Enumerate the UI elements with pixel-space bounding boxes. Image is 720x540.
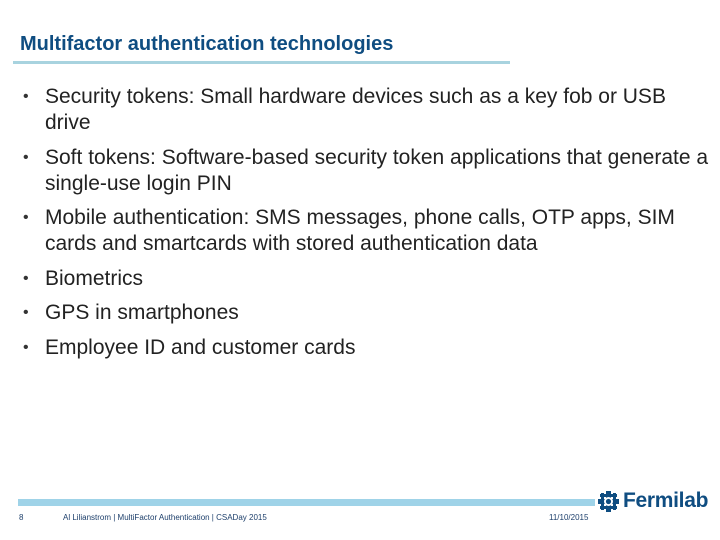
footer-text: Al Lilianstrom | MultiFactor Authenticat…	[63, 513, 267, 522]
bullet-text: GPS in smartphones	[45, 301, 239, 324]
footer-divider	[18, 499, 595, 506]
bullet-icon: •	[23, 269, 29, 287]
bullet-text: Mobile authentication: SMS messages, pho…	[45, 206, 675, 255]
bullet-icon: •	[23, 148, 29, 166]
bullet-item: • Soft tokens: Software-based security t…	[20, 145, 710, 197]
bullet-icon: •	[23, 209, 29, 226]
fermilab-logo: Fermilab	[598, 489, 708, 513]
page-number: 8	[19, 513, 24, 522]
bullet-icon: •	[23, 304, 29, 321]
logo-text: Fermilab	[623, 489, 709, 512]
bullet-item: • Biometrics	[20, 266, 710, 292]
fermilab-logo-icon	[598, 490, 619, 512]
bullet-text: Employee ID and customer cards	[45, 335, 356, 359]
bullet-text: Security tokens: Small hardware devices …	[45, 85, 666, 134]
bullet-text: Biometrics	[45, 266, 144, 290]
bullet-item: • Mobile authentication: SMS messages, p…	[20, 205, 710, 257]
bullet-icon: •	[23, 88, 29, 105]
bullet-text: Soft tokens: Software-based security tok…	[45, 145, 709, 195]
bullet-item: • Security tokens: Small hardware device…	[20, 84, 710, 136]
title-divider	[13, 61, 510, 64]
bullet-list: • Security tokens: Small hardware device…	[20, 84, 710, 369]
bullet-item: • Employee ID and customer cards	[20, 335, 710, 361]
footer-date: 11/10/2015	[549, 513, 589, 522]
slide-title: Multifactor authentication technologies	[20, 33, 394, 55]
bullet-item: • GPS in smartphones	[20, 300, 710, 326]
bullet-icon: •	[23, 338, 29, 356]
